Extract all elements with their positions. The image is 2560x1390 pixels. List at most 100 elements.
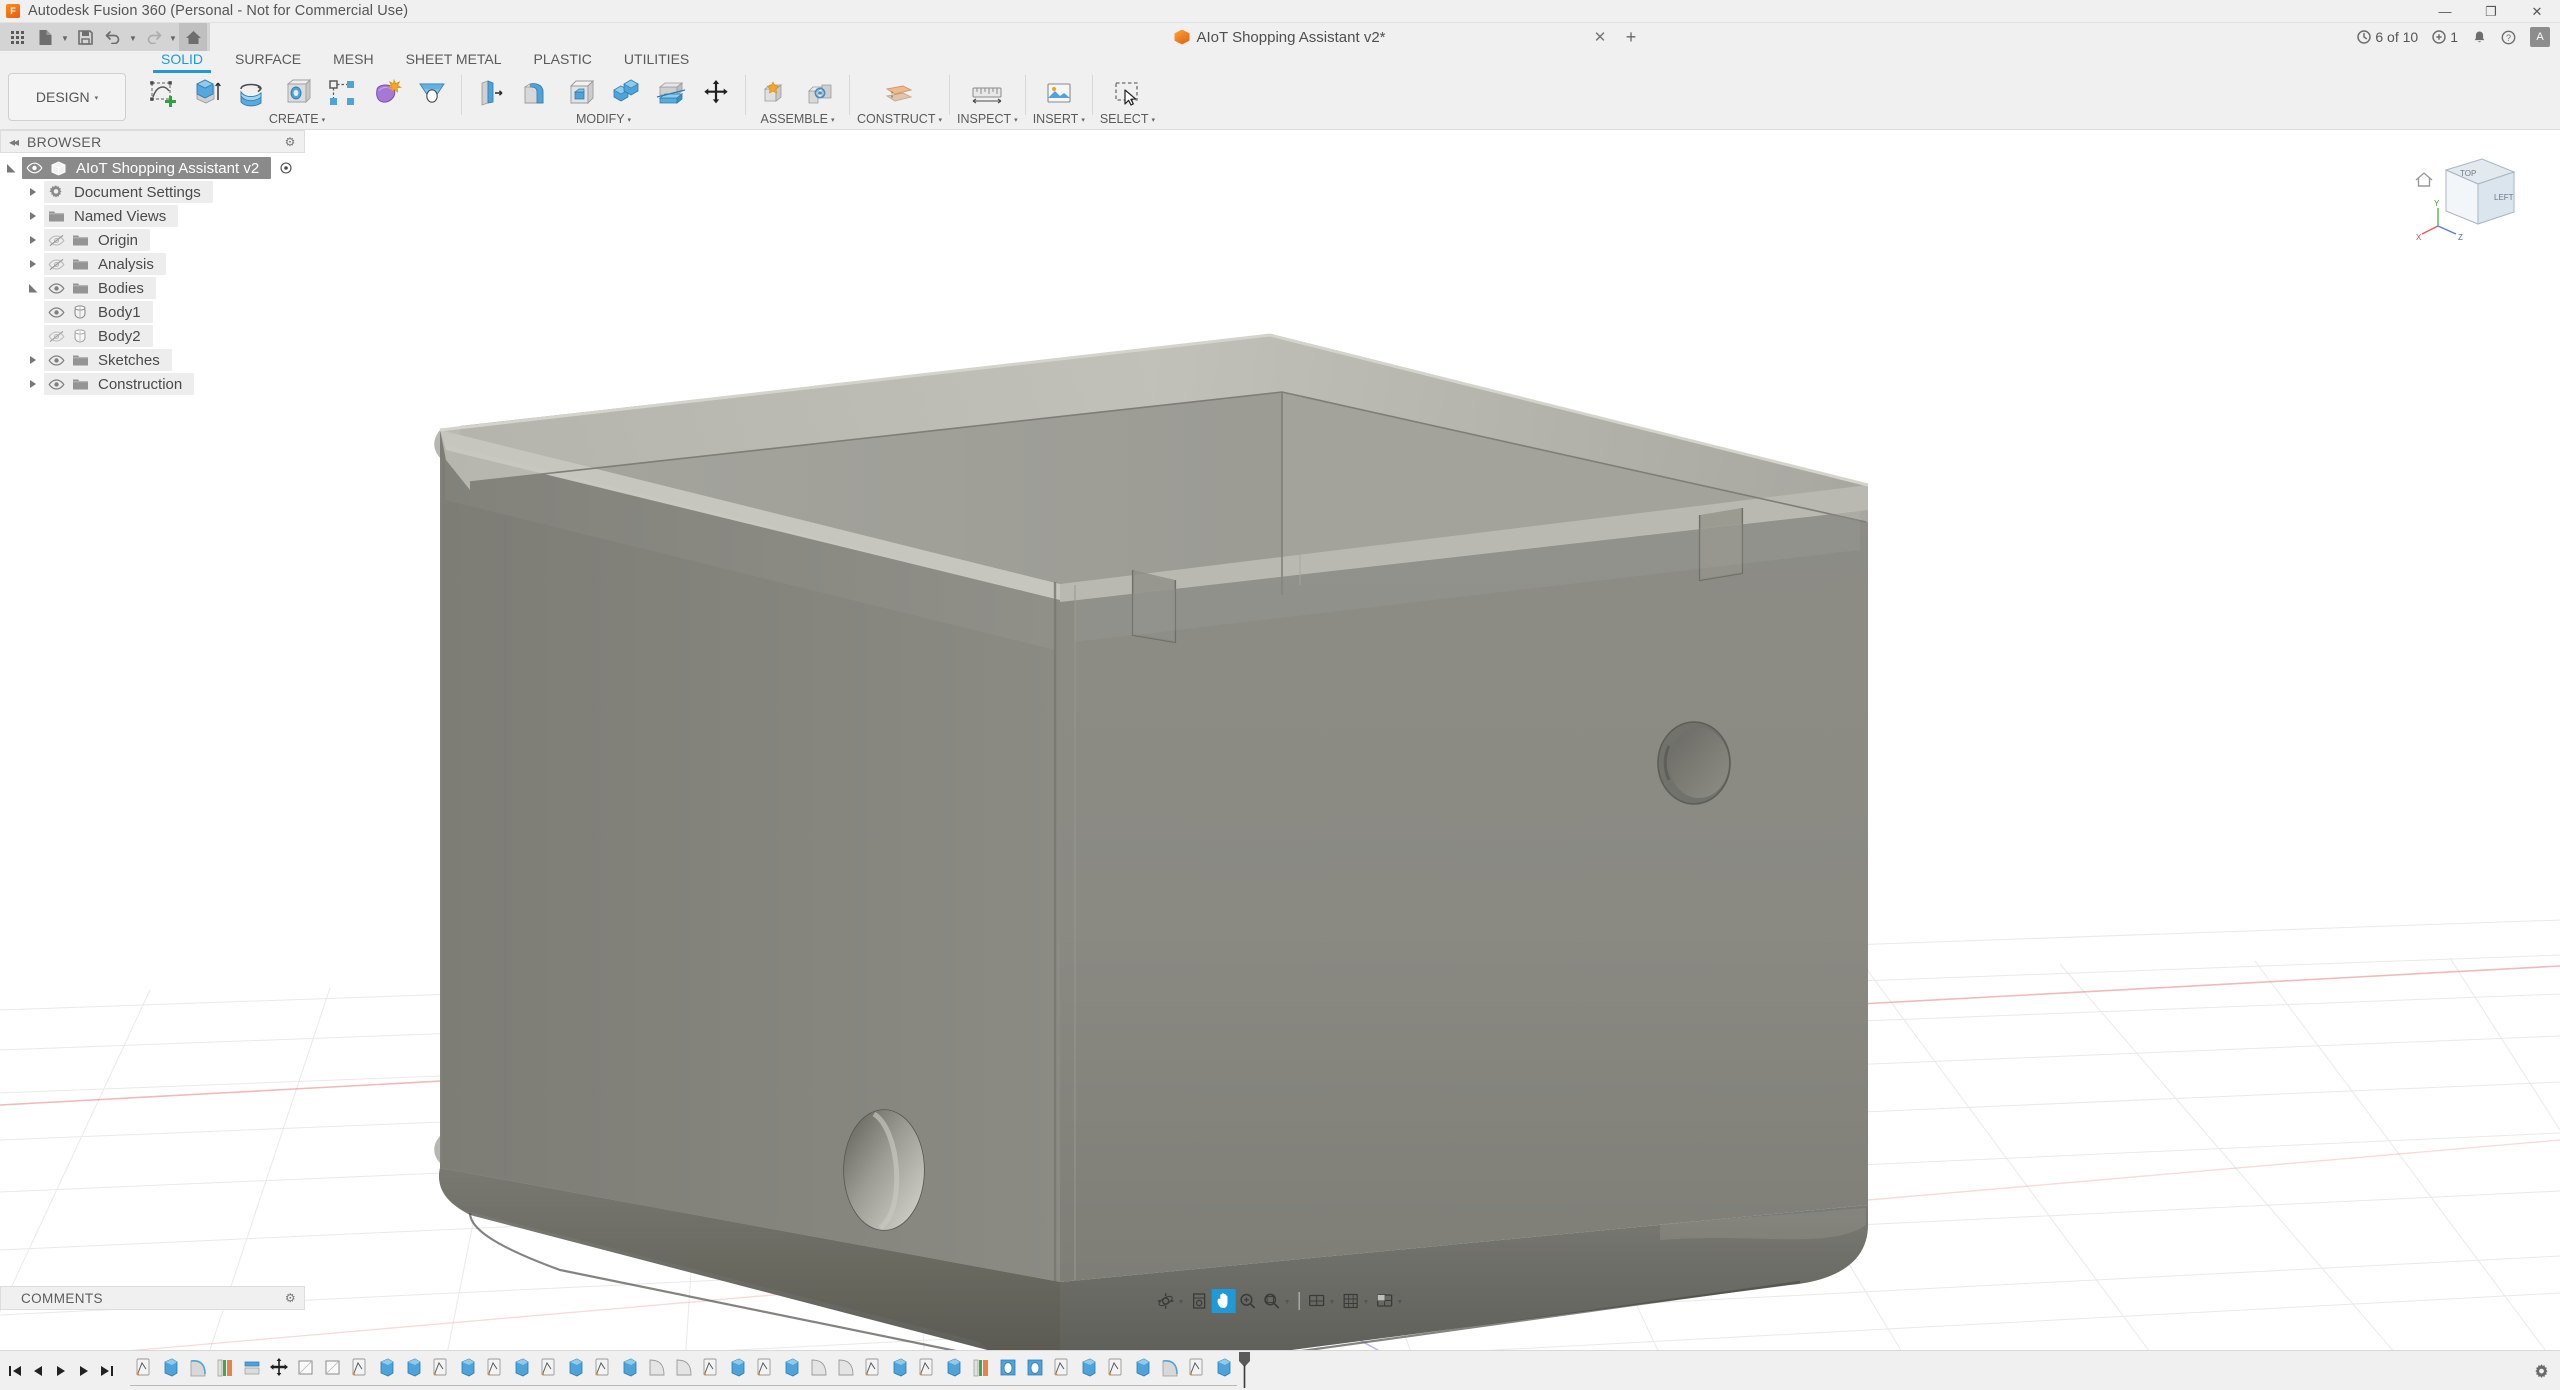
form-icon[interactable] <box>365 73 409 113</box>
move-copy-icon[interactable] <box>694 73 738 113</box>
expander-open-icon[interactable] <box>22 284 44 293</box>
step-forward-icon[interactable] <box>73 1358 95 1384</box>
create-mesh-icon[interactable] <box>410 73 454 113</box>
3d-viewport[interactable] <box>0 130 2560 1350</box>
save-icon[interactable] <box>71 23 99 51</box>
visibility-eye-icon[interactable] <box>44 306 68 319</box>
help-icon[interactable]: ? <box>2495 25 2522 49</box>
grid-snaps-caret-icon[interactable]: ▼ <box>1362 1289 1372 1313</box>
tree-item-body2[interactable]: Body2 <box>0 324 305 348</box>
orbit-icon[interactable] <box>1154 1289 1178 1313</box>
extrude-feature[interactable] <box>157 1354 184 1380</box>
expander-closed-icon[interactable] <box>22 236 44 244</box>
ribbon-group-construct-label[interactable]: CONSTRUCT ▾ <box>857 111 942 127</box>
viewports-icon[interactable] <box>1372 1289 1396 1313</box>
ribbon-group-insert-label[interactable]: INSERT ▾ <box>1033 111 1085 127</box>
revolve-icon[interactable] <box>230 73 274 113</box>
enclosure-model[interactable] <box>410 335 1890 1350</box>
app-grid-icon[interactable] <box>3 23 31 51</box>
sketch5-feature[interactable] <box>535 1354 562 1380</box>
document-tab[interactable]: AIoT Shopping Assistant v2* <box>1160 23 1399 51</box>
ribbon-group-create-label[interactable]: CREATE ▾ <box>269 111 325 127</box>
sketch12-feature[interactable] <box>1102 1354 1129 1380</box>
insert-mcmaster-icon[interactable] <box>1037 73 1081 113</box>
shell2-feature[interactable] <box>967 1354 994 1380</box>
tab-solid[interactable]: SOLID <box>145 51 219 71</box>
minimize-button[interactable]: — <box>2422 0 2468 23</box>
zoom-window-icon[interactable] <box>1260 1289 1284 1313</box>
extensions-indicator[interactable]: 1 <box>2426 25 2464 49</box>
create-sketch-icon[interactable] <box>140 73 184 113</box>
timeline-settings-icon[interactable] <box>2528 1358 2554 1384</box>
workspace-switcher-button[interactable]: DESIGN ▾ <box>8 73 126 121</box>
shell-feature[interactable] <box>211 1354 238 1380</box>
tree-item-component-root[interactable]: AIoT Shopping Assistant v2 <box>0 156 305 180</box>
tab-utilities[interactable]: UTILITIES <box>608 51 705 71</box>
zoom-icon[interactable] <box>1236 1289 1260 1313</box>
go-to-end-icon[interactable] <box>96 1358 118 1384</box>
expander-closed-icon[interactable] <box>22 380 44 388</box>
sweep-icon[interactable] <box>275 73 319 113</box>
job-status[interactable]: 6 of 10 <box>2351 25 2424 49</box>
comments-settings-icon[interactable]: ⚙ <box>285 1291 296 1305</box>
visibility-eye-off-icon[interactable] <box>44 234 68 247</box>
browser-settings-icon[interactable]: ⚙ <box>284 136 296 148</box>
root-marker-icon[interactable] <box>275 162 297 174</box>
visibility-eye-off-icon[interactable] <box>44 330 68 343</box>
selection-filter-icon[interactable] <box>1105 73 1149 113</box>
timeline-playhead[interactable] <box>1239 1352 1250 1390</box>
plane-feature[interactable] <box>292 1354 319 1380</box>
sketch10-feature[interactable] <box>913 1354 940 1380</box>
tree-item-document-settings[interactable]: Document Settings <box>0 180 305 204</box>
shell-icon[interactable] <box>559 73 603 113</box>
extrude5-feature[interactable] <box>508 1354 535 1380</box>
extrude12-feature[interactable] <box>1075 1354 1102 1380</box>
extrude9-feature[interactable] <box>778 1354 805 1380</box>
tree-item-named-views[interactable]: Named Views <box>0 204 305 228</box>
rectangular-pattern-icon[interactable] <box>320 73 364 113</box>
expander-closed-icon[interactable] <box>22 212 44 220</box>
undo-icon[interactable] <box>99 23 127 51</box>
collapse-panel-icon[interactable]: ◂◂ <box>9 135 17 149</box>
tab-mesh[interactable]: MESH <box>317 51 389 71</box>
new-document-tab-button[interactable]: + <box>1620 27 1642 47</box>
visibility-eye-icon[interactable] <box>44 282 68 295</box>
hole-feature[interactable] <box>994 1354 1021 1380</box>
split-feature[interactable] <box>238 1354 265 1380</box>
tree-item-analysis[interactable]: Analysis <box>0 252 305 276</box>
go-to-beginning-icon[interactable] <box>4 1358 26 1384</box>
round6-feature[interactable] <box>1156 1354 1183 1380</box>
grid-snaps-icon[interactable] <box>1338 1289 1362 1313</box>
expander-closed-icon[interactable] <box>22 188 44 196</box>
extrude6-feature[interactable] <box>562 1354 589 1380</box>
move-feature[interactable] <box>265 1354 292 1380</box>
tree-item-bodies[interactable]: Bodies <box>0 276 305 300</box>
user-avatar[interactable]: A <box>2524 25 2556 49</box>
measure-icon[interactable] <box>965 73 1009 113</box>
ribbon-group-assemble-label[interactable]: ASSEMBLE ▾ <box>761 111 835 127</box>
new-file-icon[interactable] <box>31 23 59 51</box>
view-cube[interactable]: TOP LEFT X Y Z <box>2408 148 2528 258</box>
tab-plastic[interactable]: PLASTIC <box>518 51 608 71</box>
notifications-icon[interactable] <box>2466 25 2493 49</box>
extrude-icon[interactable] <box>185 73 229 113</box>
visibility-eye-icon[interactable] <box>22 162 46 174</box>
plane2-feature[interactable] <box>319 1354 346 1380</box>
extrude11-feature[interactable] <box>940 1354 967 1380</box>
play-icon[interactable] <box>50 1358 72 1384</box>
look-at-icon[interactable] <box>1188 1289 1212 1313</box>
hole2-feature[interactable] <box>1021 1354 1048 1380</box>
press-pull-icon[interactable] <box>469 73 513 113</box>
home-icon[interactable] <box>179 23 207 51</box>
display-settings-icon[interactable] <box>1305 1289 1329 1313</box>
redo-icon[interactable] <box>139 23 167 51</box>
maximize-button[interactable]: ❐ <box>2468 0 2514 23</box>
ribbon-group-modify-label[interactable]: MODIFY ▾ <box>576 111 631 127</box>
expander-open-icon[interactable] <box>0 164 22 173</box>
sketch7-feature[interactable] <box>697 1354 724 1380</box>
fillet2-feature[interactable] <box>643 1354 670 1380</box>
ribbon-group-select-label[interactable]: SELECT ▾ <box>1100 111 1155 127</box>
sketch4-feature[interactable] <box>481 1354 508 1380</box>
close-button[interactable]: ✕ <box>2514 0 2560 23</box>
extrude2-feature[interactable] <box>373 1354 400 1380</box>
